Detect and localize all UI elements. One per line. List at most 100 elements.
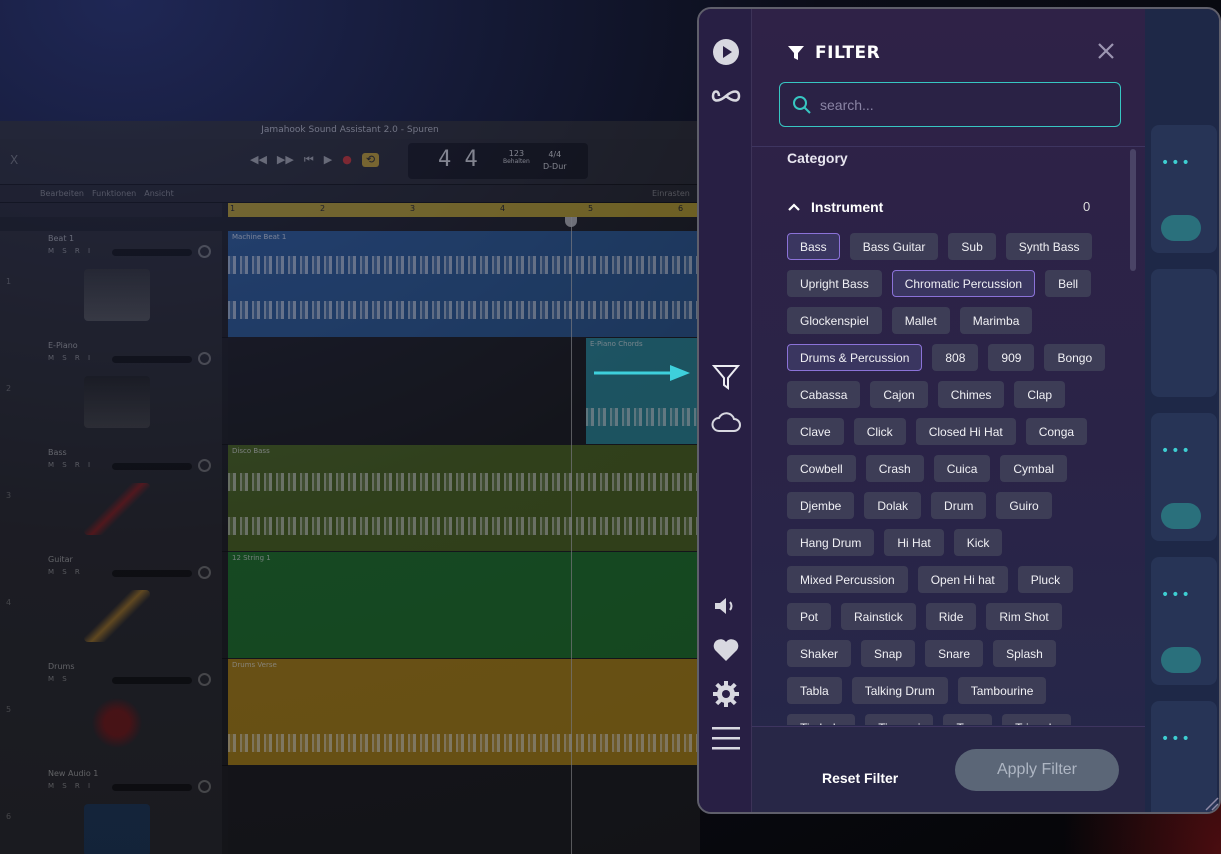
volume-fader[interactable] [112, 570, 192, 577]
tag-crash[interactable]: Crash [865, 455, 924, 482]
track-msr-buttons[interactable]: M S R [48, 568, 83, 576]
result-card[interactable] [1151, 269, 1217, 397]
tag-click[interactable]: Click [853, 418, 906, 445]
tag-tambourine[interactable]: Tambourine [957, 677, 1047, 704]
filter-icon[interactable] [711, 362, 741, 392]
tag-marimba[interactable]: Marimba [959, 307, 1033, 334]
tag-cowbell[interactable]: Cowbell [787, 455, 856, 482]
volume-fader[interactable] [112, 677, 192, 684]
tag-kick[interactable]: Kick [953, 529, 1003, 556]
tag-bongo[interactable]: Bongo [1044, 344, 1106, 371]
track-msr-buttons[interactable]: M S R I [48, 782, 93, 790]
track-header[interactable]: 3 Bass M S R I [0, 445, 222, 552]
pan-knob[interactable] [198, 459, 211, 472]
tag-clap[interactable]: Clap [1014, 381, 1066, 408]
audio-region[interactable]: Drums Verse [228, 659, 700, 765]
tag-clave[interactable]: Clave [787, 418, 844, 445]
track-msr-buttons[interactable]: M S R I [48, 461, 93, 469]
track-lane[interactable]: Drums Verse [228, 659, 700, 766]
settings-gear-icon[interactable] [711, 679, 741, 709]
tag-bass-guitar[interactable]: Bass Guitar [849, 233, 939, 260]
track-row[interactable]: 5 Drums M S Drums Verse [0, 659, 700, 766]
pan-knob[interactable] [198, 780, 211, 793]
tag-guiro[interactable]: Guiro [996, 492, 1052, 519]
tag-pluck[interactable]: Pluck [1017, 566, 1074, 593]
tag-bass[interactable]: Bass [787, 233, 840, 260]
tag-snare[interactable]: Snare [925, 640, 984, 667]
forward-icon[interactable]: ▶▶ [277, 153, 294, 167]
track-header[interactable]: 4 Guitar M S R [0, 552, 222, 659]
tag-conga[interactable]: Conga [1025, 418, 1088, 445]
cloud-icon[interactable] [711, 407, 741, 437]
tag-cabassa[interactable]: Cabassa [787, 381, 861, 408]
record-icon[interactable]: ● [342, 153, 352, 167]
audio-region[interactable]: E-Piano Chords [586, 338, 700, 444]
result-card[interactable]: ••• [1151, 557, 1217, 685]
track-header[interactable]: 6 New Audio 1 M S R I [0, 766, 222, 854]
tag-cuica[interactable]: Cuica [933, 455, 991, 482]
result-card[interactable]: ••• [1151, 413, 1217, 541]
track-lane[interactable] [228, 766, 700, 854]
track-msr-buttons[interactable]: M S [48, 675, 70, 683]
rewind-icon[interactable]: ◀◀ [250, 153, 267, 167]
track-row[interactable]: 6 New Audio 1 M S R I [0, 766, 700, 854]
volume-fader[interactable] [112, 249, 192, 256]
volume-fader[interactable] [112, 784, 192, 791]
tag-bell[interactable]: Bell [1045, 270, 1092, 297]
heart-icon[interactable] [711, 635, 741, 665]
timeline-ruler[interactable]: 1 2 3 4 5 6 [228, 203, 700, 217]
tag-chromatic-percussion[interactable]: Chromatic Percussion [891, 270, 1036, 297]
tag-dolak[interactable]: Dolak [864, 492, 922, 519]
midi-region[interactable]: 12 String 1 [228, 552, 700, 658]
track-row[interactable]: 4 Guitar M S R 12 String 1 [0, 552, 700, 659]
apply-filter-button[interactable]: Apply Filter [955, 749, 1119, 791]
tag-rainstick[interactable]: Rainstick [841, 603, 916, 630]
tag-ride[interactable]: Ride [925, 603, 977, 630]
tag-rim-shot[interactable]: Rim Shot [986, 603, 1062, 630]
cycle-icon[interactable]: ⟲ [361, 153, 380, 167]
play-icon[interactable] [711, 37, 741, 67]
track-lane[interactable]: 12 String 1 [228, 552, 700, 659]
tag-splash[interactable]: Splash [993, 640, 1056, 667]
search-input[interactable] [820, 96, 1110, 113]
tag-drum[interactable]: Drum [931, 492, 987, 519]
play-icon[interactable]: ▶ [324, 153, 332, 167]
tag-open-hi-hat[interactable]: Open Hi hat [917, 566, 1008, 593]
result-card[interactable]: ••• [1151, 125, 1217, 253]
pan-knob[interactable] [198, 352, 211, 365]
tag-timbale[interactable]: Timbale [787, 714, 856, 725]
track-header[interactable]: 5 Drums M S [0, 659, 222, 766]
close-icon[interactable] [1094, 39, 1118, 63]
snap-label[interactable]: Einrasten [652, 189, 690, 198]
track-header[interactable]: 1 Beat 1 M S R I [0, 231, 222, 338]
track-msr-buttons[interactable]: M S R I [48, 247, 93, 255]
tag-drums-percussion[interactable]: Drums & Percussion [787, 344, 923, 371]
track-lane[interactable]: Disco Bass [228, 445, 700, 552]
infinity-icon[interactable] [711, 81, 741, 111]
tag-tom[interactable]: Tom [943, 714, 993, 725]
track-row[interactable]: 3 Bass M S R I Disco Bass [0, 445, 700, 552]
to-start-icon[interactable]: ⏮ [304, 153, 314, 167]
pan-knob[interactable] [198, 566, 211, 579]
menu-view[interactable]: Ansicht [144, 189, 174, 198]
tag-mallet[interactable]: Mallet [891, 307, 950, 334]
tag-upright-bass[interactable]: Upright Bass [787, 270, 882, 297]
tag-talking-drum[interactable]: Talking Drum [851, 677, 948, 704]
reset-filter-button[interactable]: Reset Filter [822, 770, 898, 786]
scrollbar[interactable] [1130, 149, 1136, 271]
volume-fader[interactable] [112, 356, 192, 363]
tag-chimes[interactable]: Chimes [937, 381, 1005, 408]
hamburger-menu-icon[interactable] [711, 723, 741, 753]
audio-region[interactable]: Disco Bass [228, 445, 700, 551]
track-header[interactable]: 2 E-Piano M S R I [0, 338, 222, 445]
search-field[interactable] [779, 82, 1121, 127]
tag-cajon[interactable]: Cajon [870, 381, 928, 408]
menu-functions[interactable]: Funktionen [92, 189, 136, 198]
tag-glockenspiel[interactable]: Glockenspiel [787, 307, 882, 334]
menu-edit[interactable]: Bearbeiten [40, 189, 84, 198]
tag-snap[interactable]: Snap [861, 640, 916, 667]
tag-closed-hi-hat[interactable]: Closed Hi Hat [915, 418, 1016, 445]
tag-cymbal[interactable]: Cymbal [1000, 455, 1068, 482]
tag-tabla[interactable]: Tabla [787, 677, 842, 704]
tag-synth-bass[interactable]: Synth Bass [1005, 233, 1093, 260]
